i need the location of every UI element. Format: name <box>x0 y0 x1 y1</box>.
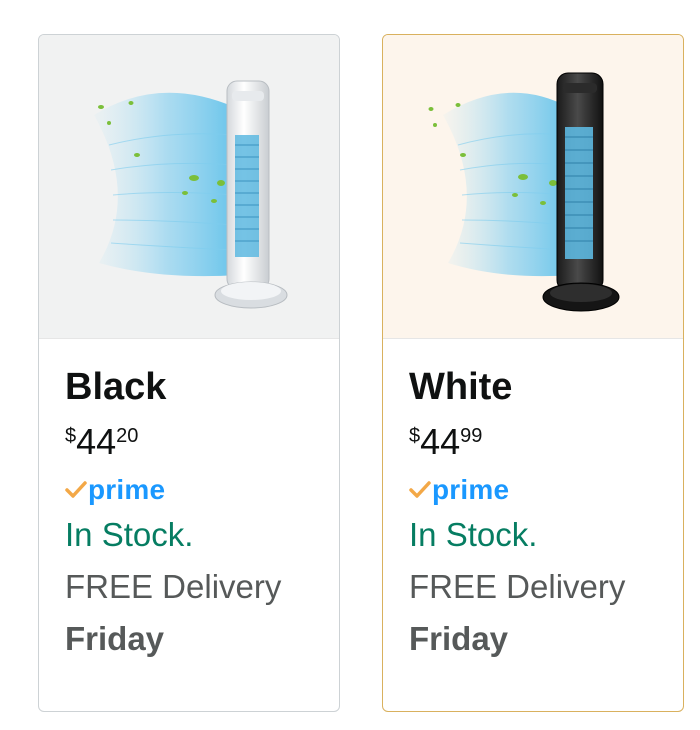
price-whole: 44 <box>76 421 117 462</box>
prime-label: prime <box>432 474 510 505</box>
product-info: Black $4420 prime In Stock. FREE Deliver… <box>65 361 333 665</box>
white-tower-fan-image <box>94 80 288 309</box>
prime-check-icon <box>65 481 87 498</box>
product-image <box>39 35 339 339</box>
prime-badge: prime <box>65 473 333 507</box>
stock-status: In Stock. <box>409 516 538 553</box>
delivery-day: Friday <box>409 620 509 657</box>
prime-badge: prime <box>409 473 677 507</box>
delivery-day: Friday <box>65 620 165 657</box>
price-whole: 44 <box>420 421 461 462</box>
price-symbol: $ <box>409 425 421 447</box>
delivery-text: FREE Delivery <box>409 568 626 605</box>
price: $4499 <box>409 419 677 465</box>
product-info: White $4499 prime In Stock. FREE Deliver… <box>409 361 677 665</box>
product-image <box>383 35 683 339</box>
stock-status: In Stock. <box>65 516 194 553</box>
prime-check-icon <box>409 481 431 498</box>
prime-label: prime <box>88 474 166 505</box>
price-fraction: 20 <box>116 425 139 447</box>
price: $4420 <box>65 419 333 465</box>
delivery-text: FREE Delivery <box>65 568 282 605</box>
color-option-card-white[interactable]: White $4499 prime In Stock. FREE Deliver… <box>382 34 684 712</box>
black-tower-fan-image <box>428 72 620 312</box>
price-fraction: 99 <box>460 425 483 447</box>
color-name: Black <box>65 366 167 408</box>
price-symbol: $ <box>65 425 77 447</box>
color-option-card-black[interactable]: Black $4420 prime In Stock. FREE Deliver… <box>38 34 340 712</box>
color-name: White <box>409 366 513 408</box>
